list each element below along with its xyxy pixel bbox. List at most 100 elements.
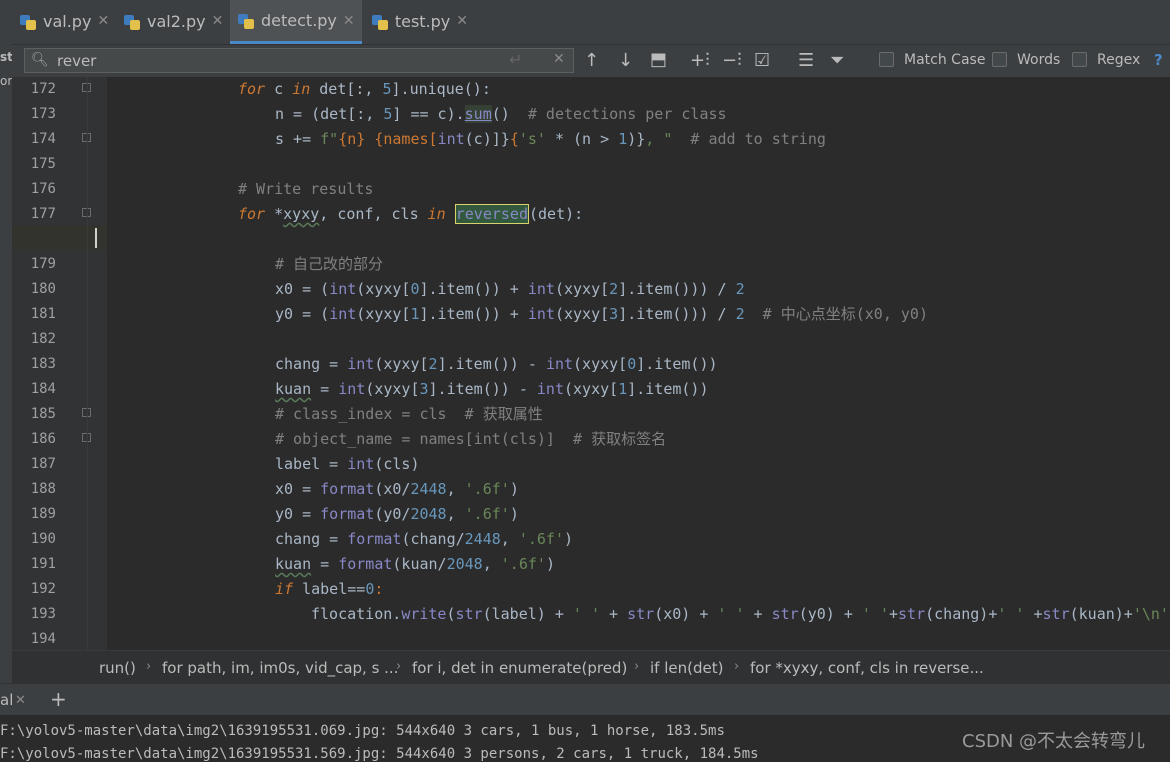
code-line-177: for *xyxy, conf, cls in reversed(det): bbox=[107, 202, 1170, 227]
search-input[interactable] bbox=[57, 51, 497, 70]
tab-label: detect.py bbox=[261, 11, 337, 30]
code-line-192: if label==0: bbox=[107, 577, 1170, 602]
close-icon[interactable]: ✕ bbox=[15, 693, 26, 708]
token: () bbox=[491, 105, 528, 123]
breadcrumb-item[interactable]: for i, det in enumerate(pred) bbox=[412, 659, 627, 677]
words-label[interactable]: Words bbox=[1017, 52, 1060, 68]
next-occurrence-icon[interactable]: ↓ bbox=[618, 50, 633, 71]
token: , bbox=[446, 480, 465, 498]
close-icon[interactable]: ✕ bbox=[212, 13, 224, 29]
token: (kuan/ bbox=[392, 555, 447, 573]
line-number: 182 bbox=[30, 331, 56, 347]
token: 2448 bbox=[410, 480, 447, 498]
select-occurrences-icon[interactable]: ☑ bbox=[754, 50, 770, 71]
token: 2048 bbox=[446, 555, 483, 573]
select-all-occurrences-icon[interactable]: ⬒ bbox=[650, 49, 667, 70]
token: str bbox=[627, 605, 655, 623]
line-number: 190 bbox=[30, 531, 56, 547]
line-number-gutter[interactable]: 172 173 174 175 176 177 178 179 180 181 … bbox=[12, 77, 107, 650]
line-number: 187 bbox=[30, 456, 56, 472]
project-panel-sliver[interactable]: st bbox=[0, 50, 13, 64]
breadcrumb-item[interactable]: run() bbox=[99, 659, 136, 677]
previous-occurrence-icon[interactable]: ↑ bbox=[584, 50, 599, 71]
token: (xyxy[ bbox=[374, 355, 429, 373]
code-editor[interactable]: for c in det[:, 5].unique(): n = (det[:,… bbox=[107, 77, 1170, 650]
filter-search-results-icon[interactable]: ☰ bbox=[798, 50, 814, 71]
line-number: 179 bbox=[30, 256, 56, 272]
token: = bbox=[311, 555, 339, 573]
tab-detect-py[interactable]: detect.py ✕ bbox=[230, 0, 362, 44]
token: '.6f' bbox=[464, 480, 510, 498]
new-line-icon[interactable]: ↵ bbox=[509, 50, 522, 69]
filter-icon[interactable]: ⏷ bbox=[830, 50, 844, 71]
token: : bbox=[374, 580, 384, 598]
code-line-185: # class_index = cls # 获取属性 bbox=[107, 402, 1170, 427]
token: ( bbox=[446, 605, 456, 623]
line-number: 189 bbox=[30, 506, 56, 522]
token: n = (det[:, bbox=[275, 105, 384, 123]
token: format bbox=[320, 480, 375, 498]
structure-panel-sliver[interactable]: or bbox=[0, 74, 12, 88]
console-line: F:\yolov5-master\data\img2\1639195531.56… bbox=[0, 746, 759, 762]
remove-occurrence-icon[interactable]: −⫶ bbox=[722, 50, 742, 71]
token: (chang/ bbox=[401, 530, 465, 548]
search-icon[interactable]: 🔍︎ bbox=[31, 52, 49, 68]
token: (xyxy[ bbox=[356, 280, 411, 298]
close-icon[interactable]: ✕ bbox=[456, 13, 468, 29]
add-tab-icon[interactable]: + bbox=[50, 687, 67, 711]
token: # add to string bbox=[672, 130, 826, 148]
breadcrumb: run() › for path, im, im0s, vid_cap, s .… bbox=[12, 650, 1170, 684]
token: kuan bbox=[275, 555, 312, 573]
tab-test-py[interactable]: test.py ✕ bbox=[372, 0, 468, 42]
match-case-checkbox[interactable] bbox=[879, 52, 894, 67]
token: (kuan)+ bbox=[1069, 605, 1133, 623]
close-icon[interactable]: ✕ bbox=[97, 13, 109, 29]
token: + bbox=[1024, 605, 1043, 623]
code-line-181: y0 = (int(xyxy[1].item()) + int(xyxy[3].… bbox=[107, 302, 1170, 327]
token: for bbox=[238, 80, 266, 98]
code-line-176: # Write results bbox=[107, 177, 1170, 202]
text-caret bbox=[95, 228, 97, 248]
breadcrumb-item[interactable]: for *xyxy, conf, cls in reverse... bbox=[750, 659, 984, 677]
token: 2 bbox=[735, 280, 745, 298]
token: sum bbox=[464, 105, 492, 123]
breadcrumb-item[interactable]: if len(det) bbox=[650, 659, 723, 677]
words-checkbox[interactable] bbox=[992, 52, 1007, 67]
search-match-highlight: reversed bbox=[454, 204, 529, 224]
token: + bbox=[600, 605, 628, 623]
token: (xyxy[ bbox=[564, 380, 619, 398]
code-line-188: x0 = format(x0/2448, '.6f') bbox=[107, 477, 1170, 502]
clear-search-icon[interactable]: ✕ bbox=[553, 51, 565, 67]
regex-help-icon[interactable]: ? bbox=[1154, 51, 1163, 69]
regex-checkbox[interactable] bbox=[1072, 52, 1087, 67]
tab-label: val2.py bbox=[147, 11, 206, 31]
python-file-icon bbox=[20, 13, 37, 30]
token: 5 bbox=[382, 80, 392, 98]
token: 3 bbox=[609, 305, 619, 323]
token: , bbox=[446, 505, 465, 523]
run-tab-label[interactable]: al bbox=[0, 691, 13, 709]
tab-val2-py[interactable]: val2.py ✕ bbox=[124, 0, 226, 42]
token: ) bbox=[509, 505, 519, 523]
token: # 中心点坐标(x0, y0) bbox=[744, 305, 928, 323]
tab-val-py[interactable]: val.py ✕ bbox=[20, 0, 116, 42]
token: 1 bbox=[618, 130, 628, 148]
line-number: 176 bbox=[30, 181, 56, 197]
token: chang = bbox=[275, 530, 348, 548]
line-number: 185 bbox=[30, 406, 56, 422]
token: '.6f' bbox=[464, 505, 510, 523]
token: '.6f' bbox=[518, 530, 564, 548]
token: # Write results bbox=[238, 180, 374, 198]
token: label = bbox=[275, 455, 348, 473]
token: int bbox=[437, 130, 465, 148]
match-case-label[interactable]: Match Case bbox=[904, 52, 985, 68]
regex-label[interactable]: Regex bbox=[1097, 52, 1140, 68]
add-occurrence-icon[interactable]: +⫶ bbox=[690, 50, 710, 71]
line-number: 184 bbox=[30, 381, 56, 397]
token: '.6f' bbox=[500, 555, 546, 573]
token: y0 = ( bbox=[275, 305, 330, 323]
token: ].item())) / bbox=[618, 305, 736, 323]
token: str bbox=[898, 605, 926, 623]
breadcrumb-item[interactable]: for path, im, im0s, vid_cap, s ... bbox=[162, 659, 398, 677]
close-icon[interactable]: ✕ bbox=[343, 13, 355, 29]
